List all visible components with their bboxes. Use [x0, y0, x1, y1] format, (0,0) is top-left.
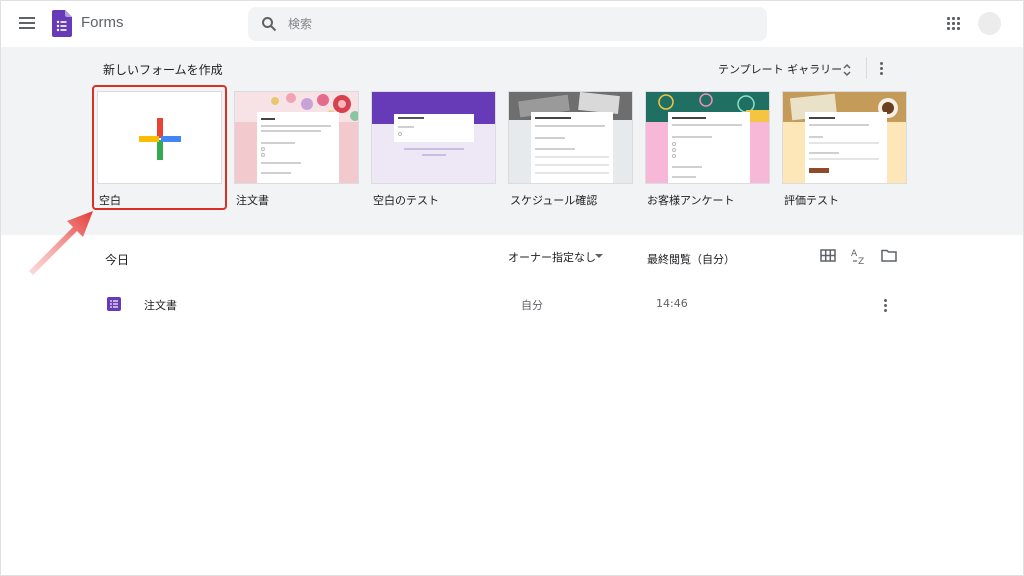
template-label: 空白のテスト [373, 194, 439, 207]
owner-filter-dropdown[interactable]: オーナー指定なし [508, 249, 596, 265]
template-label: 評価テスト [784, 194, 839, 207]
dropdown-caret-icon[interactable] [595, 254, 603, 258]
template-order-form-thumbnail[interactable] [234, 91, 359, 184]
template-customer-survey-thumbnail[interactable] [645, 91, 770, 184]
account-avatar[interactable] [978, 12, 1001, 35]
template-label: お客様アンケート [647, 194, 735, 207]
google-apps-icon[interactable] [947, 17, 961, 31]
forms-file-icon [107, 297, 121, 311]
template-customer-survey[interactable]: お客様アンケート [645, 91, 770, 207]
form-name: 注文書 [144, 299, 177, 312]
template-order-form[interactable]: 注文書 [234, 91, 359, 207]
search-input[interactable] [288, 7, 748, 41]
form-last-opened: 14:46 [656, 297, 688, 310]
template-schedule[interactable]: スケジュール確認 [508, 91, 633, 207]
folder-icon[interactable] [881, 249, 897, 262]
template-evaluation-test[interactable]: 評価テスト [782, 91, 907, 207]
template-label: 注文書 [236, 194, 269, 207]
app-title[interactable]: Forms [81, 14, 124, 31]
template-label: スケジュール確認 [510, 194, 598, 207]
template-blank-quiz[interactable]: 空白のテスト [371, 91, 496, 207]
search-icon[interactable] [261, 16, 277, 32]
template-evaluation-test-thumbnail[interactable] [782, 91, 907, 184]
hamburger-menu-icon[interactable] [19, 17, 35, 29]
template-schedule-thumbnail[interactable] [508, 91, 633, 184]
today-heading: 今日 [105, 253, 130, 267]
row-more-vert-icon[interactable] [884, 299, 888, 313]
highlight-frame [92, 85, 227, 210]
unfold-more-icon[interactable] [842, 63, 852, 77]
recent-forms-section: 今日 オーナー指定なし 最終閲覧（自分） A Z 注文書 自分 14:46 [1, 235, 1023, 575]
svg-text:Z: Z [858, 257, 864, 265]
more-vert-icon[interactable] [880, 62, 884, 76]
top-bar: Forms [1, 1, 1023, 47]
form-owner: 自分 [521, 299, 543, 312]
svg-text:A: A [851, 249, 858, 259]
search-bar[interactable] [248, 7, 767, 41]
forms-logo-icon[interactable] [52, 10, 72, 37]
forms-home-window: Forms 新しいフォームを作成 テンプレート ギャラリー [0, 0, 1024, 576]
divider [866, 57, 867, 79]
new-form-heading: 新しいフォームを作成 [103, 63, 223, 77]
template-gallery-button[interactable]: テンプレート ギャラリー [718, 61, 842, 77]
sort-az-icon[interactable]: A Z [851, 247, 867, 265]
recent-form-row[interactable]: 注文書 自分 14:46 [1, 289, 1023, 319]
grid-view-icon[interactable] [820, 249, 836, 262]
template-blank-quiz-thumbnail[interactable] [371, 91, 496, 184]
sort-by-last-opened-button[interactable]: 最終閲覧（自分） [647, 251, 735, 267]
